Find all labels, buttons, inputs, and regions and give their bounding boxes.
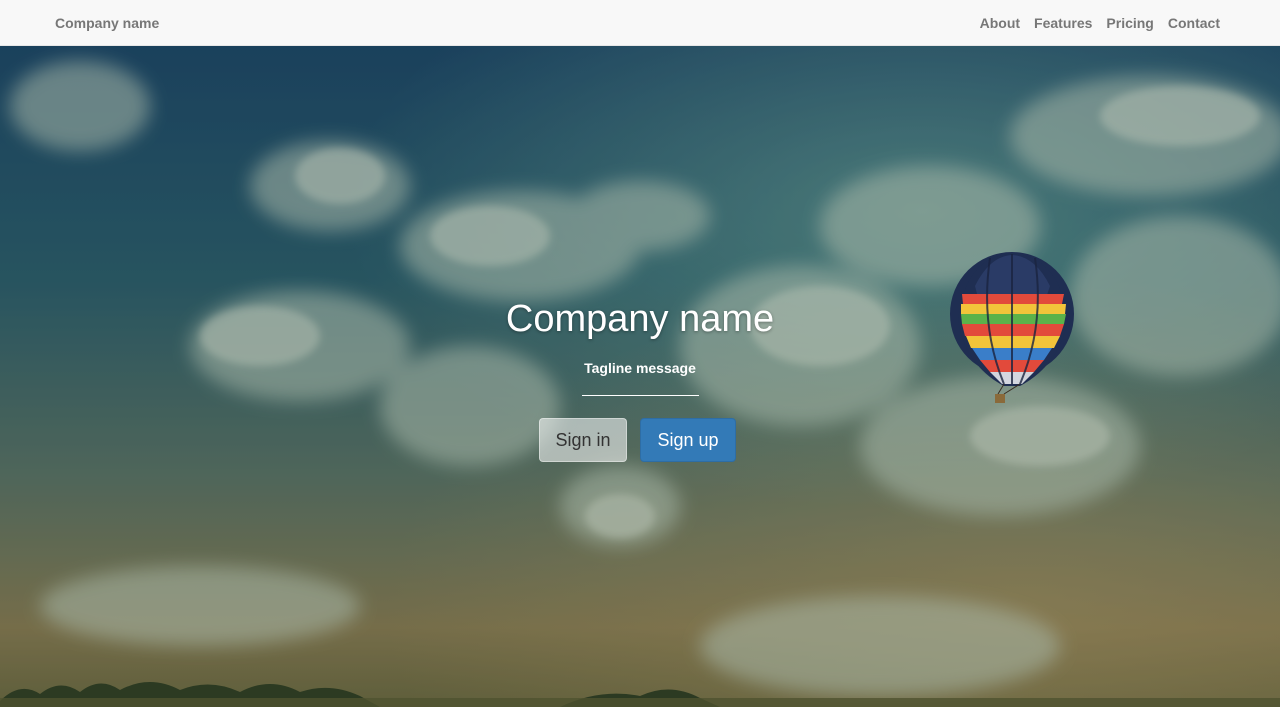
nav-link-contact[interactable]: Contact — [1168, 15, 1220, 31]
hero-divider — [582, 395, 699, 396]
navbar-brand[interactable]: Company name — [55, 15, 159, 31]
navbar: Company name About Features Pricing Cont… — [0, 0, 1280, 46]
signup-button[interactable]: Sign up — [640, 418, 736, 462]
hero-title: Company name — [505, 298, 775, 340]
nav-link-pricing[interactable]: Pricing — [1106, 15, 1153, 31]
hero-tagline: Tagline message — [584, 360, 696, 376]
hero-section: Company name Tagline message Sign in Sig… — [0, 46, 1280, 707]
signin-button[interactable]: Sign in — [539, 418, 627, 462]
nav-links: About Features Pricing Contact — [980, 15, 1220, 31]
hero-content: Company name Tagline message Sign in Sig… — [0, 46, 1280, 707]
nav-link-about[interactable]: About — [980, 15, 1020, 31]
nav-link-features[interactable]: Features — [1034, 15, 1092, 31]
